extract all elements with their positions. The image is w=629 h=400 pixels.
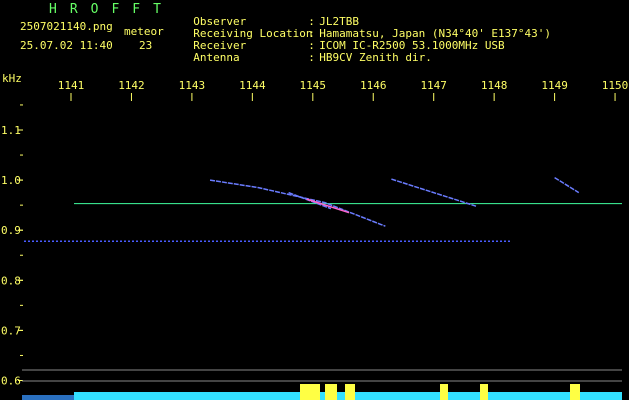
echo-spike <box>440 384 448 400</box>
intensity-band-left <box>22 395 74 400</box>
x-tick-label: 1142 <box>118 79 145 92</box>
x-tick-label: 1148 <box>481 79 508 92</box>
x-tick-label: 1144 <box>239 79 266 92</box>
x-tick-label: 1145 <box>300 79 327 92</box>
meteor-trace <box>209 179 386 227</box>
x-tick-label: 1149 <box>541 79 568 92</box>
echo-spike <box>300 384 320 400</box>
echo-spike <box>570 384 580 400</box>
spectrogram-plot: kHz 1141 1142 1143 1144 1145 1146 1147 1148 1149 1… <box>1 72 629 400</box>
y-tick-label: 1.0 <box>1 174 21 187</box>
x-tick-label: 1150 <box>602 79 629 92</box>
x-tick-label: 1146 <box>360 79 387 92</box>
echo-spike <box>480 384 488 400</box>
y-tick-label: 0.8 <box>1 274 21 287</box>
echo-spike <box>325 384 337 400</box>
meteor-head <box>306 198 350 214</box>
meteor-trace <box>554 176 580 194</box>
x-tick-label: 1143 <box>179 79 206 92</box>
x-tick-label: 1147 <box>420 79 447 92</box>
y-tick-label: 1.1 <box>1 124 21 137</box>
y-tick-label: 0.6 <box>1 375 21 388</box>
echo-spike <box>345 384 355 400</box>
x-tick-label: 1141 <box>58 79 85 92</box>
y-tick-label: 0.7 <box>1 324 21 337</box>
y-unit-label: kHz <box>2 72 22 85</box>
y-tick-label: 0.9 <box>1 224 21 237</box>
meteor-trace <box>391 178 477 207</box>
